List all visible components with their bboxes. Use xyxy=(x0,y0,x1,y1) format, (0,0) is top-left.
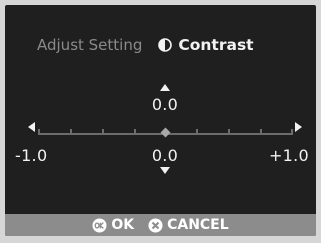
button-bar: OK CANCEL xyxy=(5,214,316,236)
slider-tick xyxy=(70,129,72,135)
camera-bezel: Adjust Setting Contrast 0.0 -1.0 0.0 +1.… xyxy=(0,0,321,243)
slider-tick xyxy=(291,129,293,135)
adjust-setting-label: Adjust Setting xyxy=(37,36,143,54)
triangle-left-icon[interactable] xyxy=(28,122,35,132)
ok-button[interactable]: OK xyxy=(92,217,134,233)
cancel-button[interactable]: CANCEL xyxy=(148,217,229,233)
current-value: 0.0 xyxy=(151,95,179,114)
slider-tick xyxy=(228,129,230,135)
lcd-screen: Adjust Setting Contrast 0.0 -1.0 0.0 +1.… xyxy=(5,5,316,236)
slider-tick xyxy=(196,129,198,135)
min-value-label: -1.0 xyxy=(15,146,48,165)
slider-tick xyxy=(260,129,262,135)
cancel-label: CANCEL xyxy=(167,217,229,233)
slider-marker[interactable] xyxy=(160,127,171,138)
current-setting-name: Contrast xyxy=(178,36,254,54)
triangle-down-icon[interactable] xyxy=(160,167,170,174)
ok-label: OK xyxy=(111,217,135,233)
setting-header: Adjust Setting Contrast xyxy=(37,34,254,56)
cancel-x-icon xyxy=(148,218,163,232)
max-value-label: +1.0 xyxy=(268,146,309,165)
slider-tick xyxy=(102,129,104,135)
mid-value-label: 0.0 xyxy=(151,146,179,165)
ok-button-icon xyxy=(92,218,107,232)
triangle-up-icon[interactable] xyxy=(160,84,170,91)
slider-tick xyxy=(38,129,40,135)
slider-tick xyxy=(134,129,136,135)
triangle-right-icon[interactable] xyxy=(295,122,302,132)
contrast-icon xyxy=(158,38,173,52)
